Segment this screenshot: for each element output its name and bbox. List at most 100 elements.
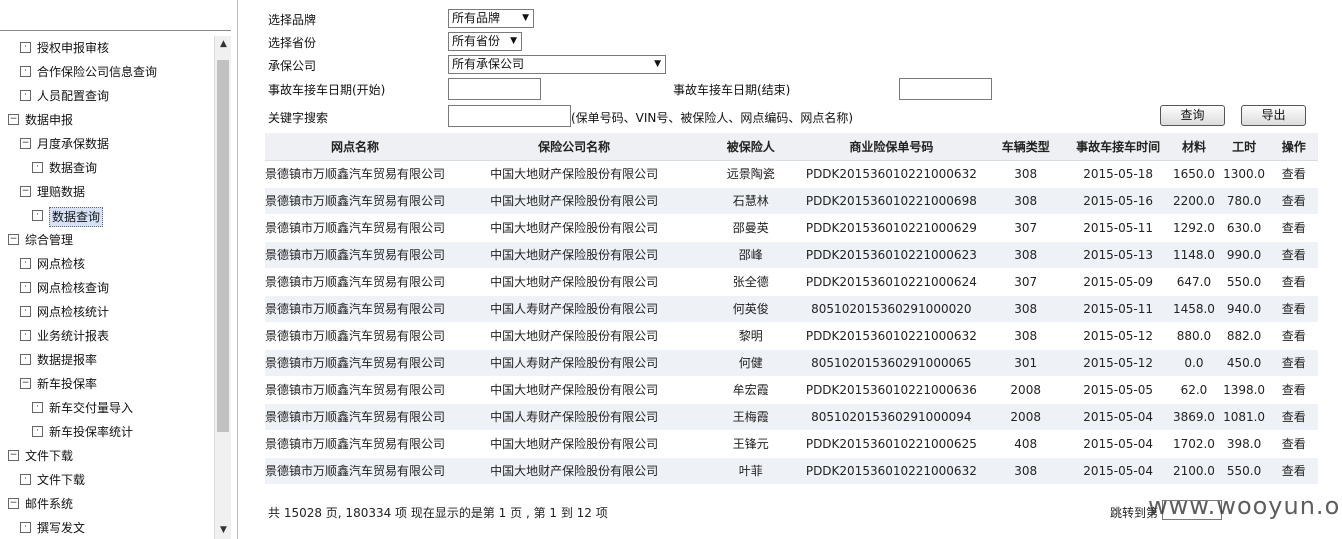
tree-item[interactable]: − 文件下载 xyxy=(0,444,214,468)
brand-select[interactable]: 所有品牌 ▼ xyxy=(448,9,534,28)
province-select[interactable]: 所有省份 ▼ xyxy=(448,32,522,51)
column-header[interactable]: 商业险保单号码 xyxy=(798,133,985,161)
view-link[interactable]: 查看 xyxy=(1269,187,1318,215)
table-cell: 2015-05-09 xyxy=(1066,268,1170,296)
view-link[interactable]: 查看 xyxy=(1269,214,1318,242)
collapse-icon[interactable]: − xyxy=(20,378,31,389)
tree-item[interactable]: · 新车交付量导入 xyxy=(0,396,214,420)
view-link[interactable]: 查看 xyxy=(1269,403,1318,431)
view-link[interactable]: 查看 xyxy=(1269,241,1318,269)
scroll-down-icon[interactable]: ▼ xyxy=(215,522,232,539)
tree-item-label: 文件下载 xyxy=(37,473,86,487)
tree-item[interactable]: · 网点检核统计 xyxy=(0,300,214,324)
view-link[interactable]: 查看 xyxy=(1269,457,1318,485)
view-link[interactable]: 查看 xyxy=(1269,295,1318,323)
tree-item[interactable]: · 文件下载 xyxy=(0,468,214,492)
date-end-input[interactable] xyxy=(899,78,992,100)
tree-item[interactable]: · 撰写发文 xyxy=(0,516,214,539)
table-cell: 940.0 xyxy=(1218,295,1270,323)
date-end-label: 事故车接车日期(结束) xyxy=(673,83,791,97)
table-cell: 398.0 xyxy=(1218,430,1270,458)
column-header[interactable]: 保险公司名称 xyxy=(445,133,704,161)
column-header[interactable]: 事故车接车时间 xyxy=(1066,133,1170,161)
leaf-icon: · xyxy=(32,402,43,413)
column-header[interactable]: 车辆类型 xyxy=(984,133,1067,161)
province-select-value: 所有省份 xyxy=(452,34,501,48)
table-cell: 中国大地财产保险股份有限公司 xyxy=(445,268,704,296)
tree-item[interactable]: − 理赔数据 xyxy=(0,180,214,204)
leaf-icon: · xyxy=(32,426,43,437)
view-link[interactable]: 查看 xyxy=(1269,322,1318,350)
table-cell: 景德镇市万顺鑫汽车贸易有限公司 xyxy=(265,187,446,215)
scrollbar-thumb[interactable] xyxy=(217,60,229,432)
tree-item[interactable]: · 数据查询 xyxy=(0,204,214,228)
view-link[interactable]: 查看 xyxy=(1269,268,1318,296)
table-cell: 301 xyxy=(984,349,1067,377)
view-link[interactable]: 查看 xyxy=(1269,430,1318,458)
table-cell: 景德镇市万顺鑫汽车贸易有限公司 xyxy=(265,241,446,269)
table-cell: 中国大地财产保险股份有限公司 xyxy=(445,241,704,269)
tree-item[interactable]: · 合作保险公司信息查询 xyxy=(0,60,214,84)
keyword-input[interactable] xyxy=(448,105,571,127)
view-link[interactable]: 查看 xyxy=(1269,160,1318,188)
tree-item[interactable]: · 数据查询 xyxy=(0,156,214,180)
table-row: 景德镇市万顺鑫汽车贸易有限公司 中国大地财产保险股份有限公司 王锋元 PDDK2015… xyxy=(265,430,1318,458)
chevron-down-icon: ▼ xyxy=(510,36,517,46)
column-header[interactable]: 网点名称 xyxy=(265,133,446,161)
collapse-icon[interactable]: − xyxy=(8,114,19,125)
table-cell: 1081.0 xyxy=(1218,403,1270,431)
tree-item[interactable]: · 数据提报率 xyxy=(0,348,214,372)
collapse-icon[interactable]: − xyxy=(8,498,19,509)
tree-item[interactable]: · 业务统计报表 xyxy=(0,324,214,348)
table-row: 景德镇市万顺鑫汽车贸易有限公司 中国大地财产保险股份有限公司 叶菲 PDDK20153… xyxy=(265,457,1318,485)
tree-item-label: 数据提报率 xyxy=(37,353,98,367)
tree-item-label: 合作保险公司信息查询 xyxy=(37,65,158,79)
table-cell: 307 xyxy=(984,214,1067,242)
table-cell: 2015-05-12 xyxy=(1066,322,1170,350)
collapse-icon[interactable]: − xyxy=(8,234,19,245)
table-cell: 何英俊 xyxy=(703,295,799,323)
tree-item-label: 网点检核 xyxy=(37,257,86,271)
date-start-label: 事故车接车日期(开始) xyxy=(268,83,386,97)
tree-item-label: 网点检核统计 xyxy=(37,305,110,319)
column-header[interactable]: 被保险人 xyxy=(703,133,799,161)
view-link[interactable]: 查看 xyxy=(1269,376,1318,404)
table-cell: 王梅霞 xyxy=(703,403,799,431)
tree-item[interactable]: · 网点检核 xyxy=(0,252,214,276)
table-cell: 2015-05-04 xyxy=(1066,430,1170,458)
tree-item-label: 综合管理 xyxy=(25,233,74,247)
query-button[interactable]: 查询 xyxy=(1160,105,1225,126)
tree-item[interactable]: − 月度承保数据 xyxy=(0,132,214,156)
column-header[interactable]: 工时 xyxy=(1218,133,1270,161)
date-start-input[interactable] xyxy=(448,78,541,100)
tree-item[interactable]: · 新车投保率统计 xyxy=(0,420,214,444)
table-cell: 邵峰 xyxy=(703,241,799,269)
collapse-icon[interactable]: − xyxy=(20,186,31,197)
column-header[interactable]: 操作 xyxy=(1269,133,1318,161)
nav-tree: · 授权申报审核 · 合作保险公司信息查询 · 人员配置查询 − 数据申报 − 月度承保数据 · 数据… xyxy=(0,36,214,539)
table-cell: 景德镇市万顺鑫汽车贸易有限公司 xyxy=(265,214,446,242)
tree-item[interactable]: − 数据申报 xyxy=(0,108,214,132)
tree-item[interactable]: · 人员配置查询 xyxy=(0,84,214,108)
insurer-select[interactable]: 所有承保公司 ▼ xyxy=(448,55,666,74)
province-label: 选择省份 xyxy=(268,36,317,50)
tree-item-label: 撰写发文 xyxy=(37,521,86,535)
tree-item[interactable]: − 综合管理 xyxy=(0,228,214,252)
view-link[interactable]: 查看 xyxy=(1269,349,1318,377)
brand-label: 选择品牌 xyxy=(268,13,317,27)
scroll-up-icon[interactable]: ▲ xyxy=(215,36,232,53)
collapse-icon[interactable]: − xyxy=(20,138,31,149)
collapse-icon[interactable]: − xyxy=(8,450,19,461)
tree-item[interactable]: − 新车投保率 xyxy=(0,372,214,396)
tree-item[interactable]: · 授权申报审核 xyxy=(0,36,214,60)
column-header[interactable]: 材料 xyxy=(1169,133,1219,161)
tree-scrollbar[interactable]: ▲ ▼ xyxy=(214,36,231,539)
tree-item-label: 新车交付量导入 xyxy=(49,401,134,415)
tree-item[interactable]: · 网点检核查询 xyxy=(0,276,214,300)
table-cell: 中国人寿财产保险股份有限公司 xyxy=(445,295,704,323)
table-cell: 2015-05-16 xyxy=(1066,187,1170,215)
table-cell: 中国大地财产保险股份有限公司 xyxy=(445,187,704,215)
table-cell: 景德镇市万顺鑫汽车贸易有限公司 xyxy=(265,457,446,485)
export-button[interactable]: 导出 xyxy=(1241,105,1306,126)
tree-item[interactable]: − 邮件系统 xyxy=(0,492,214,516)
